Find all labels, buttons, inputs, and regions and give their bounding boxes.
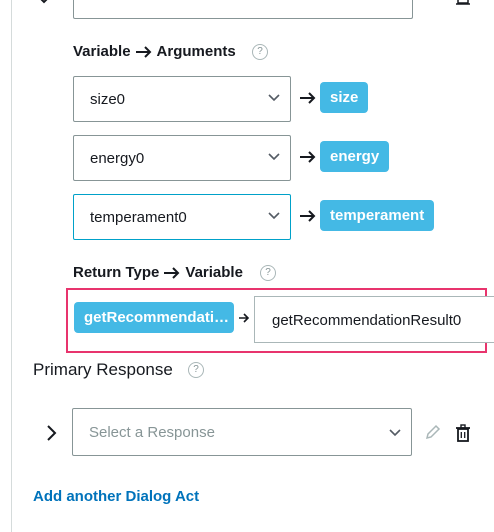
variable-select-temperament[interactable]: temperament0 xyxy=(73,194,291,240)
arrow-right-icon xyxy=(300,210,316,222)
variable-select-energy[interactable]: energy0 xyxy=(73,135,291,181)
response-select[interactable]: Select a Response xyxy=(72,408,412,456)
argument-chip-energy: energy xyxy=(320,141,390,172)
primary-response-label: Primary Response xyxy=(33,360,173,379)
return-variable-field[interactable]: getRecommendationResult0 xyxy=(254,296,494,343)
variable-select-value: energy0 xyxy=(90,150,145,167)
left-rule xyxy=(11,0,12,532)
arrow-right-icon xyxy=(239,313,250,323)
trash-icon[interactable] xyxy=(456,0,470,6)
response-select-placeholder: Select a Response xyxy=(89,424,215,441)
return-header-left: Return Type xyxy=(73,264,160,281)
arguments-header-left: Variable xyxy=(73,43,131,60)
primary-response-help-icon[interactable]: ? xyxy=(188,362,204,378)
function-select[interactable]: getRecommendation xyxy=(73,0,413,19)
return-header: Return Type Variable xyxy=(73,264,243,281)
chevron-down-icon xyxy=(268,212,280,220)
add-dialog-act-link[interactable]: Add another Dialog Act xyxy=(33,488,199,505)
trash-icon[interactable] xyxy=(455,424,471,442)
collapse-chevron-icon[interactable] xyxy=(36,0,52,6)
variable-select-value: size0 xyxy=(90,91,126,108)
arguments-help-icon[interactable]: ? xyxy=(252,44,268,60)
pencil-icon[interactable] xyxy=(425,424,441,440)
argument-chip-size: size xyxy=(320,82,369,113)
argument-chip-temperament: temperament xyxy=(320,200,435,231)
expand-chevron-icon[interactable] xyxy=(46,424,58,442)
arrow-right-icon xyxy=(164,266,180,279)
chevron-down-icon xyxy=(389,429,401,437)
return-header-right: Variable xyxy=(185,264,243,281)
return-type-chip: getRecommendati… xyxy=(74,302,234,333)
return-help-icon[interactable]: ? xyxy=(260,265,276,281)
chevron-down-icon xyxy=(268,94,280,102)
arguments-header-right: Arguments xyxy=(156,43,236,60)
undo-icon[interactable] xyxy=(423,0,437,6)
arrow-right-icon xyxy=(300,92,316,104)
arrow-right-icon xyxy=(300,151,316,163)
arguments-header: Variable Arguments xyxy=(73,43,236,60)
chevron-down-icon xyxy=(268,153,280,161)
arrow-right-icon xyxy=(135,45,151,58)
return-variable-value: getRecommendationResult0 xyxy=(272,312,462,329)
variable-select-size[interactable]: size0 xyxy=(73,76,291,122)
variable-select-value: temperament0 xyxy=(90,209,187,226)
